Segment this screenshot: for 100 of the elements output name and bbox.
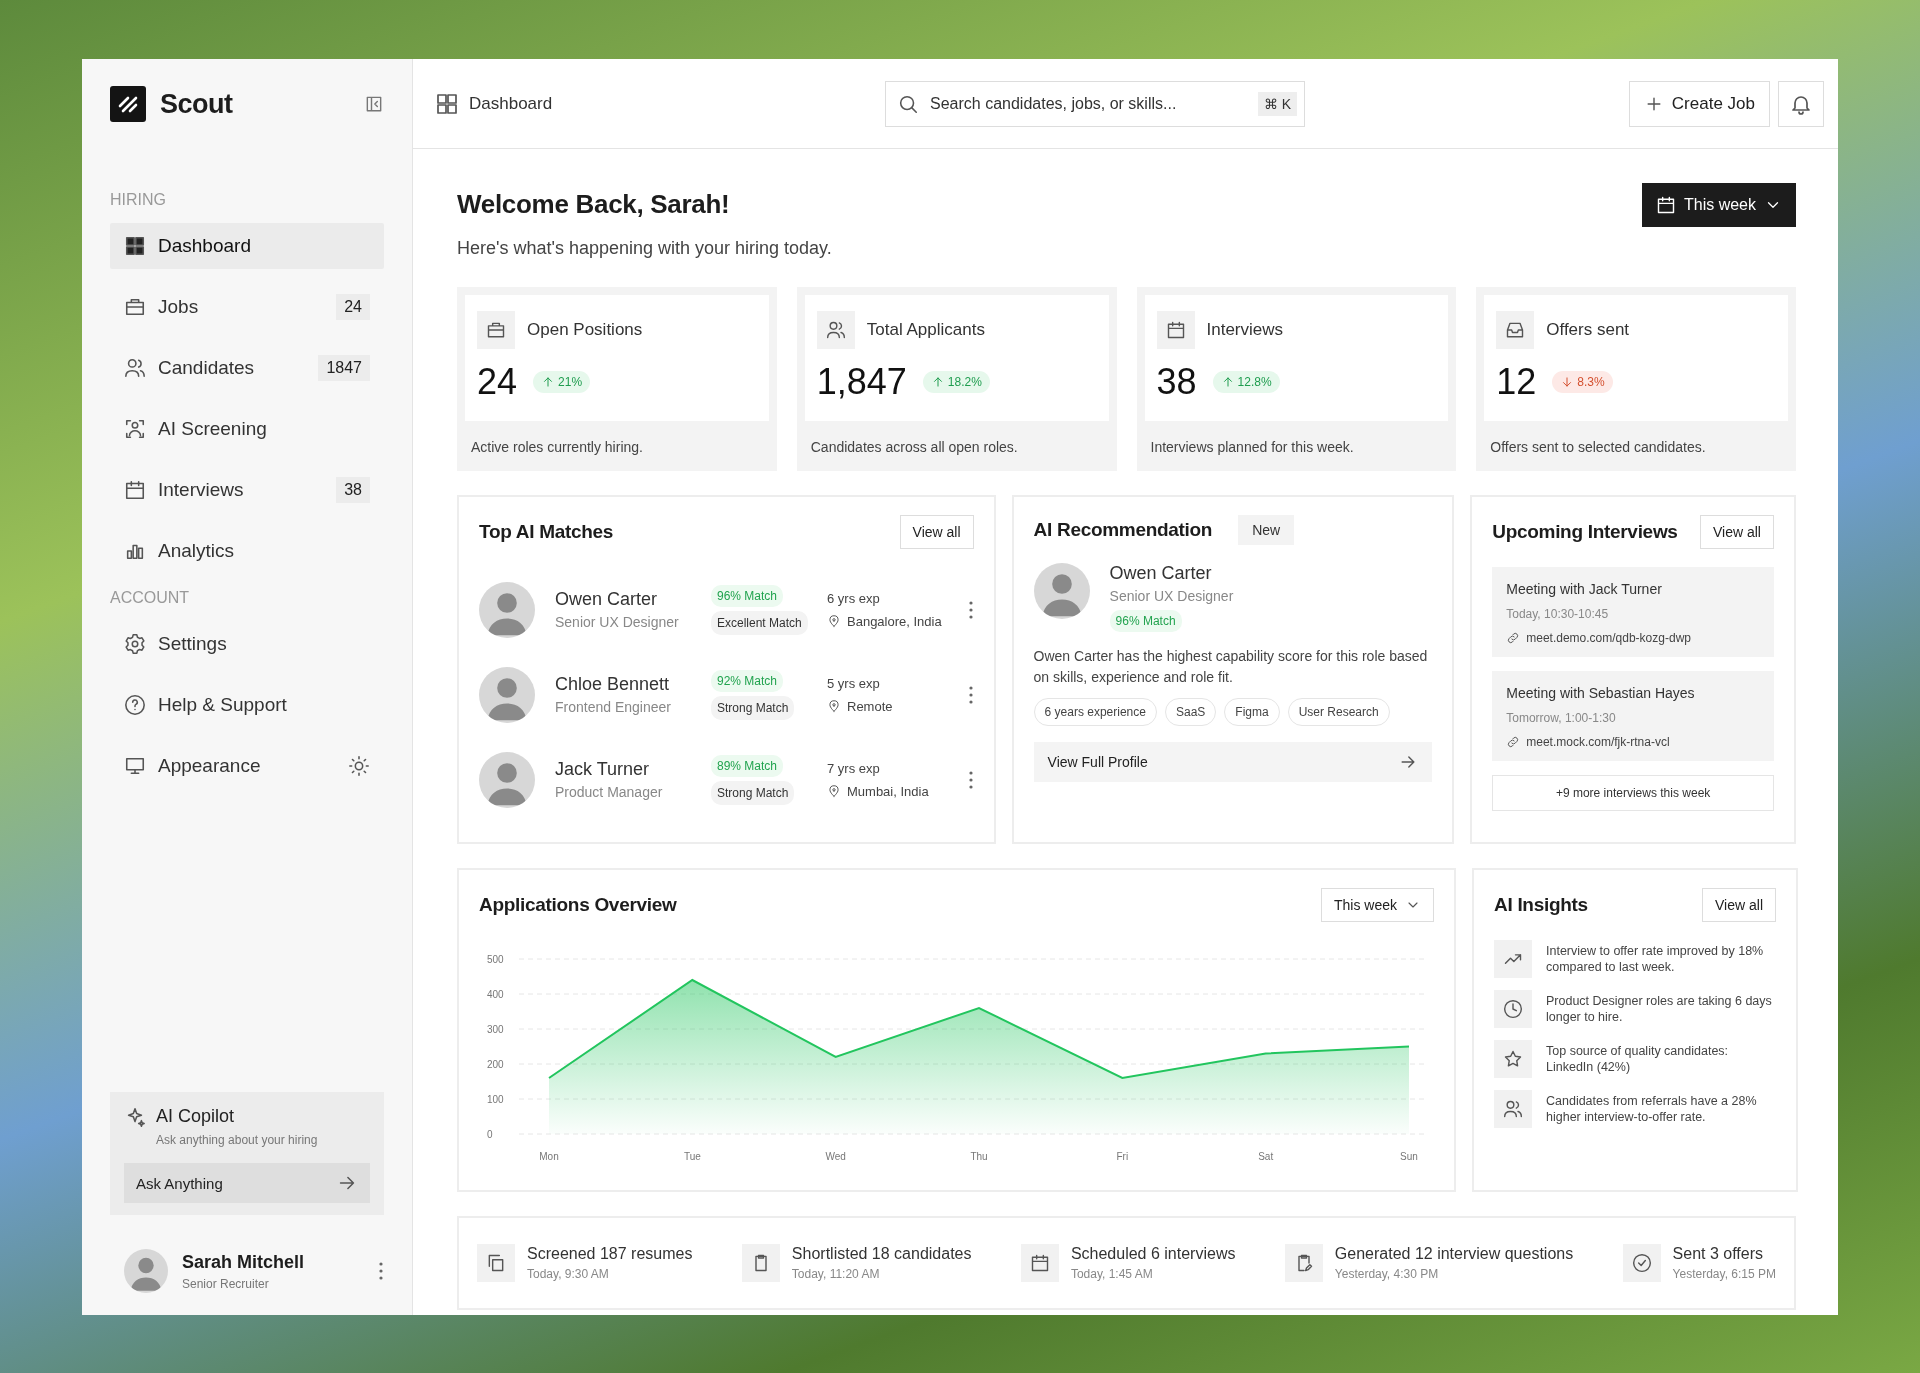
nav-item[interactable]: Help & Support [110, 682, 384, 728]
location-pin-icon [827, 614, 841, 628]
match-badge: 92% Match [711, 669, 784, 692]
x-axis-label: Tue [683, 1151, 701, 1162]
activity-title: Screened 187 resumes [527, 1245, 693, 1263]
change-badge: 12.8% [1212, 371, 1280, 393]
grid-icon [124, 235, 146, 257]
view-all-button[interactable]: View all [1700, 515, 1774, 549]
meeting-link[interactable]: meet.mock.com/fjk-rtna-vcl [1526, 735, 1670, 749]
section-heading: HIRING [110, 191, 167, 209]
match-label: Strong Match [711, 695, 795, 720]
create-job-button[interactable]: Create Job [1628, 80, 1770, 127]
x-axis-label: Sun [1400, 1151, 1418, 1162]
link-icon [1506, 735, 1521, 749]
match-badge: 96% Match [1109, 610, 1182, 632]
candidate-name: Owen Carter [1109, 563, 1213, 584]
activity-title: Generated 12 interview questions [1334, 1245, 1574, 1263]
insight-text: Interview to offer rate improved by 18% compared to last week. [1546, 942, 1765, 976]
stat-description: Active roles currently hiring. [470, 438, 644, 457]
y-axis-label: 200 [487, 1059, 504, 1070]
calendar-icon [1156, 311, 1195, 349]
location-pin-icon [827, 784, 841, 798]
count-badge: 24 [336, 294, 370, 320]
period-button[interactable]: This week [1641, 183, 1796, 227]
nav-item[interactable]: Settings [110, 621, 384, 667]
experience: 5 yrs exp [827, 675, 881, 691]
ask-field[interactable]: Ask Anything [124, 1163, 370, 1203]
briefcase-icon [477, 311, 515, 349]
more-interviews-button[interactable]: +9 more interviews this week [1492, 775, 1774, 811]
period-dropdown[interactable]: This week [1320, 888, 1434, 922]
nav-item[interactable]: Appearance [110, 743, 384, 789]
y-axis-label: 0 [487, 1129, 493, 1140]
calendar-icon [124, 479, 146, 501]
meeting-link[interactable]: meet.demo.com/qdb-kozg-dwp [1526, 631, 1691, 645]
meeting-card[interactable]: Meeting with Jack Turner Today, 10:30-10:45 meet.demo.com/qdb-kozg-dwp [1492, 567, 1774, 657]
candidate-name: Jack Turner [555, 759, 651, 780]
activity-time: Today, 9:30 AM [527, 1267, 610, 1281]
user-scan-icon [124, 418, 146, 440]
location: Bangalore, India [847, 613, 942, 629]
x-axis-label: Thu [970, 1151, 988, 1162]
stat-label: Offers sent [1546, 320, 1630, 340]
nav-item[interactable]: AI Screening [110, 406, 384, 452]
card-title: AI Insights [1494, 894, 1588, 916]
copilot-title: AI Copilot [156, 1106, 236, 1127]
y-axis-label: 300 [487, 1024, 504, 1035]
x-axis-label: Fri [1116, 1151, 1129, 1162]
count-badge: 38 [336, 477, 370, 503]
location: Remote [847, 698, 893, 714]
y-axis-label: 500 [487, 954, 504, 965]
stat-description: Candidates across all open roles. [809, 438, 1019, 457]
card-title: Upcoming Interviews [1492, 521, 1678, 543]
meeting-time: Tomorrow, 1:00-1:30 [1506, 711, 1617, 725]
view-profile-button[interactable]: View Full Profile [1033, 742, 1433, 782]
change-badge: 8.3% [1552, 371, 1613, 393]
avatar [124, 1249, 168, 1293]
calendar-icon [1655, 195, 1676, 215]
insight-text: Product Designer roles are taking 6 days longer to hire. [1546, 992, 1773, 1026]
activity-time: Today, 11:20 AM [791, 1267, 881, 1281]
nav-item[interactable]: Analytics [110, 528, 384, 574]
sidebar-toggle-icon[interactable] [364, 94, 384, 114]
x-axis-label: Wed [825, 1151, 846, 1162]
sun-icon[interactable] [348, 755, 370, 777]
nav-item[interactable]: Jobs 24 [110, 284, 384, 330]
notifications-button[interactable] [1778, 80, 1824, 127]
nav-item[interactable]: Interviews 38 [110, 467, 384, 513]
activity-time: Today, 1:45 AM [1070, 1267, 1154, 1281]
stat-value: 1,847 [816, 361, 907, 403]
briefcase-icon [124, 296, 146, 318]
activity-title: Sent 3 offers [1672, 1245, 1765, 1263]
user-role: Senior Recruiter [182, 1276, 270, 1291]
card-title: AI Recommendation [1033, 519, 1213, 541]
user-name: Sarah Mitchell [182, 1251, 306, 1273]
match-badge: 96% Match [711, 584, 784, 607]
more-icon[interactable] [378, 1261, 384, 1281]
view-all-button[interactable]: View all [1702, 888, 1776, 922]
match-label: Strong Match [711, 780, 795, 805]
stat-value: 38 [1156, 361, 1197, 403]
nav-item[interactable]: Dashboard [110, 223, 384, 269]
copilot-subtitle: Ask anything about your hiring [156, 1133, 318, 1147]
users-icon [816, 311, 855, 349]
grid-icon [435, 91, 459, 116]
stat-label: Total Applicants [866, 320, 985, 340]
trend-icon [1494, 940, 1532, 978]
y-axis-label: 400 [487, 989, 504, 1000]
more-icon[interactable] [967, 769, 974, 790]
clock-icon [1494, 990, 1532, 1028]
x-axis-label: Sat [1258, 1151, 1274, 1162]
nav-item[interactable]: Candidates 1847 [110, 345, 384, 391]
experience: 7 yrs exp [827, 760, 881, 776]
match-badge: 89% Match [711, 754, 784, 777]
more-icon[interactable] [967, 684, 974, 705]
candidate-name: Owen Carter [555, 589, 659, 610]
card-title: Top AI Matches [479, 521, 614, 543]
meeting-card[interactable]: Meeting with Sebastian Hayes Tomorrow, 1:00-1:30 meet.mock.com/fjk-rtna-vcl [1492, 671, 1774, 761]
candidate-role: Frontend Engineer [555, 699, 672, 715]
more-icon[interactable] [967, 599, 974, 620]
view-all-button[interactable]: View all [899, 515, 974, 549]
stat-value: 12 [1496, 361, 1537, 403]
candidate-role: Senior UX Designer [1109, 588, 1234, 604]
location: Mumbai, India [847, 783, 929, 799]
